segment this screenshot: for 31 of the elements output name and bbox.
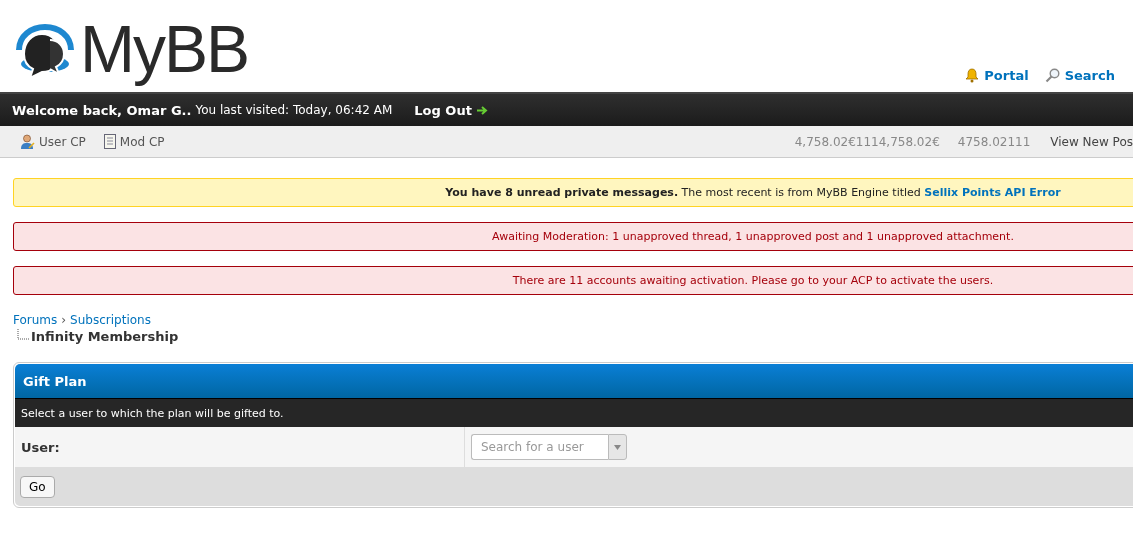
breadcrumb-link[interactable]: Subscriptions bbox=[70, 313, 151, 327]
view-new-posts-link[interactable]: View New Pos bbox=[1050, 134, 1133, 149]
page-title: Infinity Membership bbox=[31, 329, 179, 344]
points-text: 4758.02111 bbox=[957, 134, 1031, 149]
caret-icon bbox=[614, 444, 621, 450]
panel-link[interactable]: Mod CP bbox=[103, 134, 165, 149]
welcome-text: Welcome back, Omar G.. bbox=[12, 102, 192, 118]
notepad-icon bbox=[103, 134, 116, 149]
points-text: 4,758.02€1114,758.02€ bbox=[794, 134, 940, 149]
nav-link[interactable]: Search bbox=[1044, 68, 1115, 83]
message-link[interactable]: Sellix Points API Error bbox=[924, 186, 1061, 199]
alert-text: You have 8 unread private messages. The most recent is from MyBB Engine titled bbox=[445, 186, 922, 199]
panel-link[interactable]: User CP bbox=[20, 133, 86, 150]
nav-link[interactable]: Portal bbox=[965, 68, 1029, 83]
arrow-icon bbox=[476, 105, 488, 115]
panel-header: Gift Plan bbox=[15, 364, 1133, 398]
user-icon bbox=[20, 133, 35, 150]
panel-description: Select a user to which the plan will be gifted to. bbox=[15, 398, 1133, 427]
search-icon bbox=[1044, 68, 1060, 83]
go-button[interactable]: Go bbox=[20, 476, 55, 498]
bell-icon bbox=[965, 68, 980, 83]
alert-text: Awaiting Moderation: 1 unapproved thread, 1 unapproved post and 1 unapproved attachment. bbox=[492, 230, 1014, 243]
field-label: User: bbox=[15, 427, 465, 467]
breadcrumb-link[interactable]: Forums bbox=[13, 313, 58, 327]
alert-text: There are 11 accounts awaiting activation. Please go to your ACP to activate the users. bbox=[512, 274, 994, 287]
last-visit-text: You last visited: Today, 06:42 AM bbox=[195, 103, 393, 117]
logout-link[interactable]: Log Out bbox=[414, 102, 488, 118]
separator: › bbox=[61, 313, 67, 327]
tree-line-icon bbox=[17, 329, 29, 341]
dropdown-toggle[interactable] bbox=[608, 434, 627, 460]
user-search-field[interactable]: Search for a user bbox=[471, 434, 608, 460]
